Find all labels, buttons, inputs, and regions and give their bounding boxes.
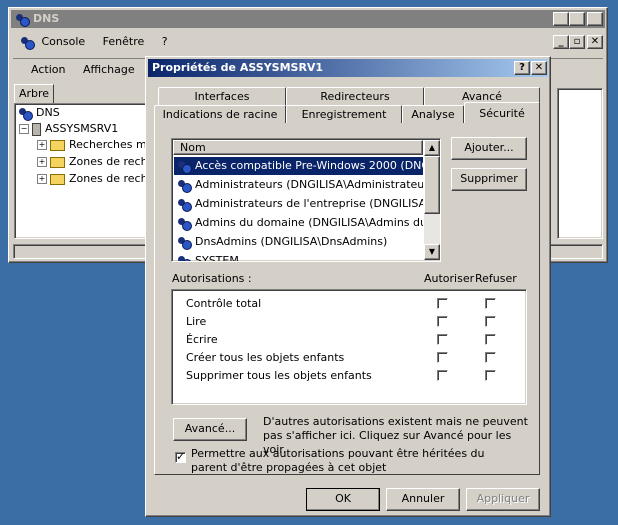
name-column-header[interactable]: Nom	[173, 140, 423, 155]
advanced-button[interactable]: Avancé...	[173, 418, 247, 441]
list-item[interactable]: Admins du domaine (DNGILISA\Admins du do…	[174, 214, 423, 232]
add-button[interactable]: Ajouter...	[451, 137, 527, 160]
toolbar-action[interactable]: Action	[31, 63, 65, 76]
deny-checkbox[interactable]	[485, 352, 496, 363]
permission-label: Supprimer tous les objets enfants	[186, 369, 372, 382]
security-tab-page: Nom Accès compatible Pre-Windows 2000 (D…	[154, 123, 540, 475]
user-icon	[176, 254, 192, 261]
tree-item-child[interactable]: + Recherches mise	[37, 138, 155, 151]
deny-header: Refuser	[475, 272, 517, 285]
tree-tab[interactable]: Arbre	[14, 84, 54, 103]
deny-checkbox[interactable]	[485, 334, 496, 345]
allow-checkbox[interactable]	[437, 370, 448, 381]
permission-label: Lire	[186, 315, 207, 328]
permission-label: Créer tous les objets enfants	[186, 351, 345, 364]
group-icon	[176, 216, 192, 231]
menu-help[interactable]: ?	[162, 35, 168, 48]
tree-item-child[interactable]: + Zones de recher	[37, 172, 155, 185]
result-pane[interactable]	[557, 88, 603, 239]
help-button[interactable]: ?	[514, 61, 530, 75]
menu-window[interactable]: Fenêtre	[103, 35, 145, 48]
toolbar-view[interactable]: Affichage	[83, 63, 135, 76]
inherit-checkbox[interactable]	[175, 450, 186, 463]
dialog-title-bar[interactable]: Propriétés de ASSYSMSRV1 ? ✕	[148, 59, 548, 77]
group-icon	[176, 235, 192, 250]
close-button[interactable]: ✕	[587, 12, 603, 26]
tree-item-dns[interactable]: DNS	[17, 106, 60, 121]
collapse-icon[interactable]: −	[19, 124, 29, 134]
ok-button[interactable]: OK	[306, 488, 380, 511]
tab-security[interactable]: Sécurité	[464, 102, 540, 123]
tab-logging[interactable]: Enregistrement	[286, 105, 402, 123]
tree-pane[interactable]: DNS − ASSYSMSRV1 + Recherches mise + Zones …	[14, 103, 156, 239]
close-button[interactable]: ✕	[531, 61, 547, 75]
allow-checkbox[interactable]	[437, 352, 448, 363]
deny-checkbox[interactable]	[485, 298, 496, 309]
remove-button[interactable]: Supprimer	[451, 168, 527, 191]
inherit-label[interactable]: Permettre aux autorisations pouvant être…	[191, 447, 491, 475]
group-icon	[176, 178, 192, 193]
names-list[interactable]: Nom Accès compatible Pre-Windows 2000 (D…	[171, 138, 441, 262]
permissions-label: Autorisations :	[172, 272, 252, 285]
expand-icon[interactable]: +	[37, 157, 47, 167]
menu-bar: Console Fenêtre ? _ ▫ ✕	[13, 32, 603, 52]
apply-button[interactable]: Appliquer	[466, 488, 540, 511]
maximize-button[interactable]: □	[569, 12, 585, 26]
tree-item-child[interactable]: + Zones de recher	[37, 155, 155, 168]
list-item[interactable]: Administrateurs de l'entreprise (DNGILIS…	[174, 195, 423, 213]
permission-label: Écrire	[186, 333, 218, 346]
allow-checkbox[interactable]	[437, 298, 448, 309]
allow-header: Autoriser	[424, 272, 475, 285]
expand-icon[interactable]: +	[37, 174, 47, 184]
list-item[interactable]: SYSTEM	[174, 252, 423, 261]
names-scrollbar[interactable]: ▲ ▼	[424, 140, 440, 260]
folder-icon	[50, 156, 65, 168]
dns-title-bar[interactable]: DNS _ □ ✕	[11, 10, 605, 28]
scroll-down-button[interactable]: ▼	[424, 244, 440, 260]
list-item[interactable]: Administrateurs (DNGILISA\Administrateur…	[174, 176, 423, 194]
dns-icon	[14, 12, 30, 27]
expand-icon[interactable]: +	[37, 140, 47, 150]
deny-checkbox[interactable]	[485, 316, 496, 327]
allow-checkbox[interactable]	[437, 334, 448, 345]
tab-forwarders[interactable]: Redirecteurs	[286, 87, 424, 105]
dns-node-icon	[17, 106, 33, 121]
child-restore-button[interactable]: ▫	[569, 35, 585, 49]
folder-icon	[50, 139, 65, 151]
dns-title: DNS	[33, 12, 60, 25]
scroll-thumb[interactable]	[424, 156, 440, 214]
child-minimize-button[interactable]: _	[553, 35, 569, 49]
group-icon	[176, 197, 192, 212]
tree-item-server[interactable]: − ASSYSMSRV1	[19, 122, 118, 136]
permissions-list[interactable]: Contrôle total Lire Écrire Créer tous le…	[171, 289, 527, 405]
properties-dialog: Propriétés de ASSYSMSRV1 ? ✕ Interfaces …	[145, 56, 551, 517]
console-icon	[19, 35, 35, 50]
scroll-up-button[interactable]: ▲	[424, 140, 440, 156]
allow-checkbox[interactable]	[437, 316, 448, 327]
list-item[interactable]: Accès compatible Pre-Windows 2000 (DNGIL…	[174, 157, 423, 175]
tab-interfaces[interactable]: Interfaces	[158, 87, 286, 105]
cancel-button[interactable]: Annuler	[386, 488, 460, 511]
minimize-button[interactable]: _	[553, 12, 569, 26]
permission-label: Contrôle total	[186, 297, 262, 310]
deny-checkbox[interactable]	[485, 370, 496, 381]
folder-icon	[50, 173, 65, 185]
menu-console[interactable]: Console	[42, 35, 86, 48]
dialog-title: Propriétés de ASSYSMSRV1	[152, 61, 324, 74]
child-close-button[interactable]: ✕	[587, 35, 603, 49]
list-item[interactable]: DnsAdmins (DNGILISA\DnsAdmins)	[174, 233, 423, 251]
tab-monitoring[interactable]: Analyse	[402, 105, 464, 123]
server-icon	[32, 122, 41, 136]
tab-root-hints[interactable]: Indications de racine	[154, 105, 286, 123]
group-icon	[176, 159, 192, 174]
